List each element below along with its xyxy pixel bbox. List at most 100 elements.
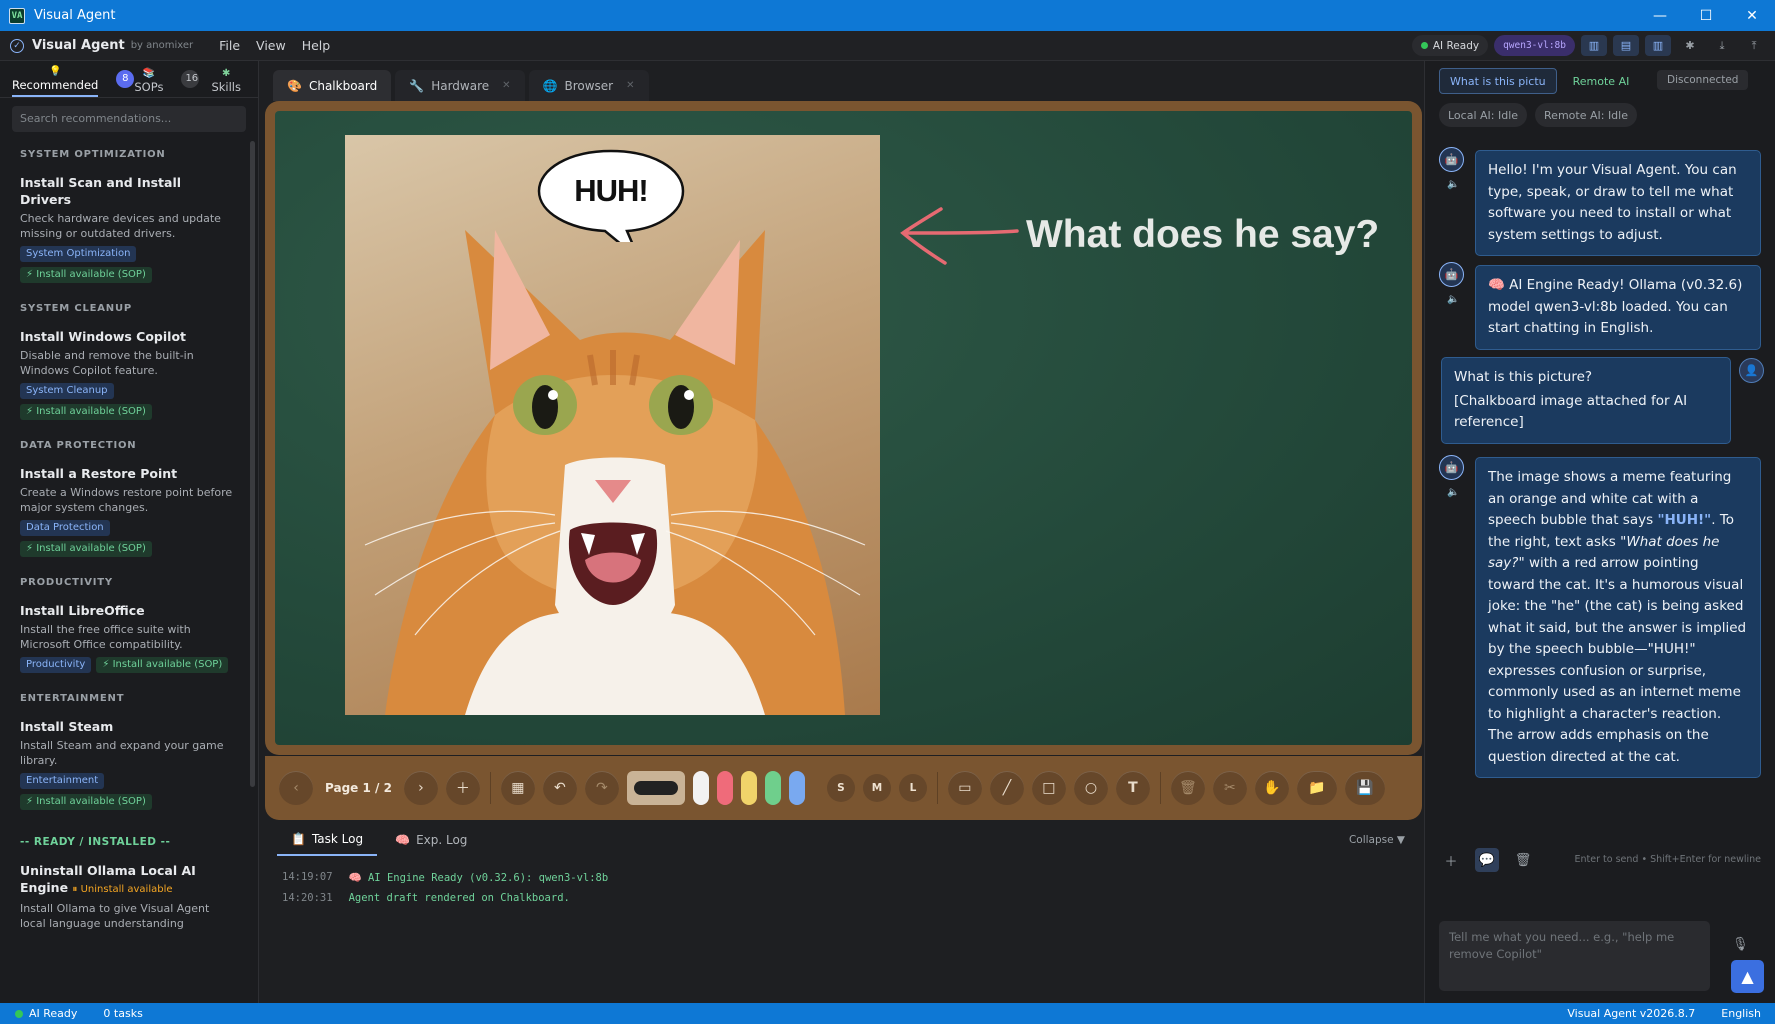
- clear-board-icon[interactable]: ▦: [500, 771, 535, 805]
- ai-status-row: Local AI: Idle Remote AI: Idle: [1439, 103, 1637, 127]
- speech-bubble-text: HUH!: [574, 173, 649, 208]
- eraser-icon[interactable]: ▭: [947, 771, 982, 805]
- collapse-button[interactable]: Collapse ▼: [1349, 834, 1405, 846]
- message-input[interactable]: Tell me what you need... e.g., "help me …: [1439, 921, 1710, 991]
- close-icon[interactable]: ✕: [1729, 0, 1775, 31]
- rectangle-tool-icon[interactable]: □: [1031, 771, 1066, 805]
- trash-icon[interactable]: 🗑: [1170, 771, 1205, 805]
- menu-file[interactable]: File: [219, 38, 240, 53]
- sidebar-scrollbar[interactable]: [250, 141, 255, 787]
- agent-message: The image shows a meme featuring an oran…: [1475, 457, 1761, 778]
- line-tool-icon[interactable]: ╱: [989, 771, 1024, 805]
- connection-status: Disconnected: [1657, 70, 1749, 90]
- category-tag[interactable]: Data Protection: [20, 520, 110, 536]
- microphone-icon[interactable]: 🎙: [1732, 937, 1749, 952]
- chat-tab-active[interactable]: What is this pictu: [1439, 68, 1557, 94]
- chalkboard-canvas[interactable]: HUH! What does he say?: [275, 111, 1412, 745]
- list-item-title[interactable]: Install LibreOffice: [20, 602, 220, 619]
- tab-chalkboard[interactable]: 🎨 Chalkboard: [273, 70, 392, 101]
- size-small-button[interactable]: S: [826, 774, 855, 802]
- install-badge[interactable]: ⚡ Install available (SOP): [20, 404, 152, 420]
- category-tag[interactable]: System Optimization: [20, 246, 137, 262]
- sidebar: 💡Recommended 8 📚SOPs 16 ✱Skills 37 Searc…: [0, 60, 277, 1003]
- chat-mode-icon[interactable]: 💬: [1475, 848, 1499, 872]
- hand-icon[interactable]: ✋: [1254, 771, 1289, 805]
- settings-icon[interactable]: ✱: [1677, 35, 1703, 56]
- marker-red[interactable]: [716, 771, 733, 805]
- layout-bottom-icon[interactable]: ▤: [1613, 35, 1639, 56]
- circle-tool-icon[interactable]: ○: [1073, 771, 1108, 805]
- status-dot-icon: [1420, 42, 1428, 49]
- text-tool-icon[interactable]: T: [1115, 771, 1150, 805]
- undo-icon[interactable]: ↶: [542, 771, 577, 805]
- scissors-icon[interactable]: ✂: [1212, 771, 1247, 805]
- main-tabs: 🎨 Chalkboard 🔧 Hardware ✕ 🌐 Browser ✕: [259, 61, 1423, 101]
- size-medium-button[interactable]: M: [862, 774, 891, 802]
- save-icon[interactable]: 💾: [1344, 771, 1385, 805]
- install-badge[interactable]: ⚡ Install available (SOP): [96, 657, 229, 673]
- trash-icon[interactable]: 🗑: [1511, 848, 1535, 872]
- tab-recommended[interactable]: 💡 Recommended: [12, 60, 99, 97]
- language-selector[interactable]: English: [1721, 1007, 1761, 1020]
- tab-sops[interactable]: 📚 SOPs: [134, 60, 163, 97]
- agent-message: Hello! I'm your Visual Agent. You can ty…: [1475, 150, 1761, 256]
- log-line: 14:20:31 Agent draft rendered on Chalkbo…: [282, 892, 570, 904]
- ai-status-pill: AI Ready: [1411, 35, 1489, 56]
- category-tag[interactable]: Productivity: [20, 657, 92, 673]
- marker-yellow[interactable]: [740, 771, 757, 805]
- upload-icon[interactable]: ⤒: [1741, 35, 1767, 56]
- send-button[interactable]: ▲: [1731, 960, 1764, 993]
- list-item-title[interactable]: Install Windows Copilot: [20, 328, 220, 345]
- close-tab-icon[interactable]: ✕: [502, 80, 510, 91]
- status-tasks: 0 tasks: [103, 1007, 143, 1020]
- next-page-icon[interactable]: ›: [403, 771, 438, 805]
- tab-task-log[interactable]: 📋 Task Log: [277, 824, 378, 856]
- add-page-icon[interactable]: ＋: [445, 771, 480, 805]
- list-item-title[interactable]: Install a Restore Point: [20, 465, 220, 482]
- globe-icon: 🌐: [542, 78, 558, 93]
- speaker-icon[interactable]: 🔈: [1447, 179, 1459, 190]
- minimize-icon[interactable]: —: [1637, 0, 1683, 31]
- selected-pen-swatch[interactable]: [626, 771, 685, 805]
- remote-ai-tab[interactable]: Remote AI: [1563, 68, 1640, 94]
- app-version: Visual Agent v2026.8.7: [1567, 1007, 1696, 1020]
- speaker-icon[interactable]: 🔈: [1447, 487, 1459, 498]
- download-icon[interactable]: ⤓: [1709, 35, 1735, 56]
- menu-help[interactable]: Help: [302, 38, 331, 53]
- ready-item-title[interactable]: Uninstall Ollama Local AI Engine ⏸ Unins…: [20, 862, 220, 898]
- prev-page-icon[interactable]: ‹: [279, 771, 313, 805]
- model-pill[interactable]: qwen3-vl:8b: [1494, 35, 1575, 56]
- log-time: 14:19:07: [282, 871, 333, 883]
- status-dot-icon: [15, 1009, 23, 1018]
- menu-view[interactable]: View: [256, 38, 286, 53]
- category-tag[interactable]: Entertainment: [20, 773, 105, 789]
- category-tag[interactable]: System Cleanup: [20, 383, 114, 399]
- install-badge[interactable]: ⚡ Install available (SOP): [20, 794, 152, 810]
- close-tab-icon[interactable]: ✕: [626, 80, 634, 91]
- puzzle-icon: ✱: [222, 68, 231, 79]
- speaker-icon[interactable]: 🔈: [1447, 294, 1459, 305]
- tab-skills[interactable]: ✱ Skills: [211, 60, 241, 97]
- folder-icon[interactable]: 📁: [1296, 771, 1337, 805]
- install-badge[interactable]: ⚡ Install available (SOP): [20, 267, 152, 283]
- tab-exp-log[interactable]: 🧠 Exp. Log: [381, 824, 481, 856]
- list-item-title[interactable]: Install Steam: [20, 718, 220, 735]
- marker-white[interactable]: [692, 771, 709, 805]
- redo-icon[interactable]: ↷: [584, 771, 619, 805]
- app-author: by anomixer: [130, 40, 194, 51]
- marker-green[interactable]: [764, 771, 781, 805]
- install-badge[interactable]: ⚡ Install available (SOP): [20, 541, 152, 557]
- maximize-icon[interactable]: ☐: [1683, 0, 1729, 31]
- uninstall-badge[interactable]: ⏸ Uninstall available: [72, 884, 172, 895]
- tab-hardware[interactable]: 🔧 Hardware ✕: [395, 70, 525, 101]
- tab-browser[interactable]: 🌐 Browser ✕: [528, 70, 649, 101]
- status-bar: AI Ready 0 tasks Visual Agent v2026.8.7 …: [0, 1003, 1775, 1024]
- add-attachment-icon[interactable]: ＋: [1439, 848, 1463, 872]
- marker-blue[interactable]: [788, 771, 805, 805]
- layout-left-icon[interactable]: ▥: [1581, 35, 1607, 56]
- category-header: PRODUCTIVITY: [20, 577, 113, 588]
- list-item-title[interactable]: Install Scan and Install Drivers: [20, 174, 220, 208]
- search-input[interactable]: Search recommendations...: [12, 106, 246, 132]
- layout-right-icon[interactable]: ▥: [1645, 35, 1671, 56]
- size-large-button[interactable]: L: [898, 774, 927, 802]
